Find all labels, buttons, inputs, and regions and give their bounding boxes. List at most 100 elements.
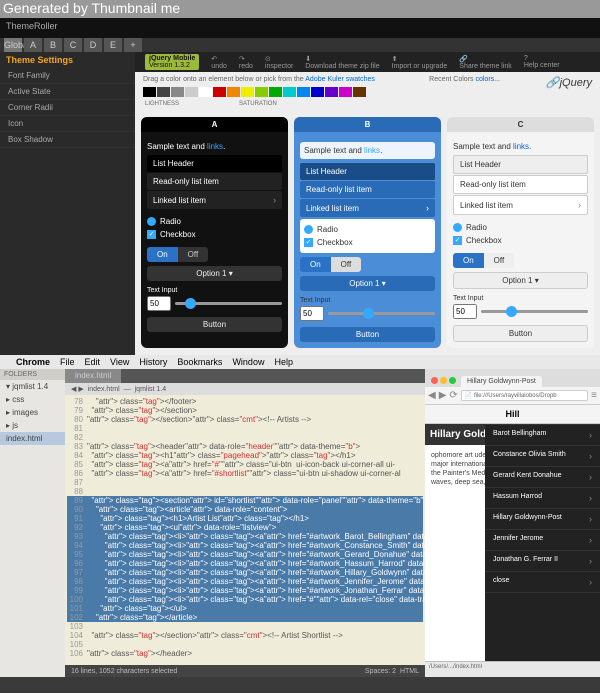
setting-shadow[interactable]: Box Shadow bbox=[0, 132, 135, 148]
code-editor: FOLDERS ▾ jqmlist 1.4 ▸ css ▸ images ▸ j… bbox=[0, 369, 425, 677]
share-button[interactable]: 🔗Share theme link bbox=[459, 55, 512, 70]
swatch-tabs: Global A B C D E + bbox=[0, 38, 600, 52]
select-option[interactable]: Option 1 ▾ bbox=[300, 276, 435, 291]
code-area[interactable]: 78 "attr"> class="tag"></footer>79 "attr… bbox=[65, 395, 425, 665]
redo-button[interactable]: ↷redo bbox=[239, 55, 253, 70]
text-input-label: Text Input bbox=[453, 295, 588, 302]
tab-global[interactable]: Global bbox=[4, 38, 22, 52]
zoom-icon[interactable] bbox=[449, 377, 456, 384]
checkbox-option[interactable]: ✓Checkbox bbox=[304, 236, 431, 249]
button[interactable]: Button bbox=[453, 325, 588, 342]
menu-bookmarks[interactable]: Bookmarks bbox=[177, 357, 222, 367]
radio-option[interactable]: Radio bbox=[147, 215, 282, 228]
minimize-icon[interactable] bbox=[440, 377, 447, 384]
sample-link[interactable]: links bbox=[364, 146, 380, 155]
list-item-linked[interactable]: Linked list item› bbox=[147, 191, 282, 209]
tab-e[interactable]: E bbox=[104, 38, 122, 52]
import-button[interactable]: ⬆Import or upgrade bbox=[392, 55, 448, 70]
panel-item[interactable]: Hillary Goldwynn-Post› bbox=[485, 509, 600, 530]
radio-option[interactable]: Radio bbox=[304, 223, 431, 236]
folder-css[interactable]: ▸ css bbox=[0, 393, 65, 406]
sample-link[interactable]: links bbox=[207, 142, 223, 151]
slider-track[interactable] bbox=[328, 312, 435, 315]
spaces-setting[interactable]: Spaces: 2 bbox=[365, 668, 396, 675]
list-item-linked[interactable]: Linked list item› bbox=[453, 195, 588, 215]
folder-images[interactable]: ▸ images bbox=[0, 406, 65, 419]
file-index[interactable]: index.html bbox=[0, 432, 65, 445]
panel-item[interactable]: Jonathan G. Ferrar II› bbox=[485, 551, 600, 572]
list-item-linked[interactable]: Linked list item› bbox=[300, 199, 435, 217]
artist-panel: Barot Bellingham› Constance Olivia Smith… bbox=[485, 425, 600, 677]
reload-button[interactable]: ⟳ bbox=[449, 390, 457, 401]
setting-icon[interactable]: Icon bbox=[0, 116, 135, 132]
menu-help[interactable]: Help bbox=[274, 357, 293, 367]
tab-a[interactable]: A bbox=[24, 38, 42, 52]
tab-index[interactable]: index.html bbox=[65, 369, 121, 383]
bc-icon: ◀ ▶ bbox=[71, 385, 84, 393]
slider-value[interactable] bbox=[300, 306, 324, 321]
checkbox-option[interactable]: ✓Checkbox bbox=[147, 228, 282, 241]
settings-sidebar: Theme Settings Font Family Active State … bbox=[0, 52, 135, 358]
swatch-c-header: C bbox=[447, 117, 594, 132]
panel-item[interactable]: Jennifer Jerome› bbox=[485, 530, 600, 551]
menu-window[interactable]: Window bbox=[232, 357, 264, 367]
panel-item-close[interactable]: close› bbox=[485, 572, 600, 593]
button[interactable]: Button bbox=[300, 327, 435, 342]
forward-button[interactable]: ▶ bbox=[439, 390, 447, 401]
menu-file[interactable]: File bbox=[60, 357, 75, 367]
download-button[interactable]: ⬇Download theme zip file bbox=[305, 55, 379, 70]
tab-b[interactable]: B bbox=[44, 38, 62, 52]
slider-knob[interactable] bbox=[363, 308, 374, 319]
chevron-right-icon: › bbox=[589, 556, 592, 566]
back-button[interactable]: ◀ bbox=[428, 390, 436, 401]
select-option[interactable]: Option 1 ▾ bbox=[147, 266, 282, 281]
button[interactable]: Button bbox=[147, 317, 282, 332]
check-icon: ✓ bbox=[147, 230, 156, 239]
setting-corner[interactable]: Corner Radii bbox=[0, 100, 135, 116]
help-button[interactable]: ?Help center bbox=[524, 55, 560, 69]
menu-edit[interactable]: Edit bbox=[85, 357, 101, 367]
app-name[interactable]: Chrome bbox=[16, 357, 50, 367]
tab-add[interactable]: + bbox=[124, 38, 142, 52]
panel-item[interactable]: Constance Olivia Smith› bbox=[485, 446, 600, 467]
toggle[interactable]: OnOff bbox=[147, 247, 282, 262]
setting-active[interactable]: Active State bbox=[0, 84, 135, 100]
devtools-bar[interactable]: /Users/.../index.html bbox=[425, 661, 600, 677]
colors-link[interactable]: colors... bbox=[475, 76, 500, 83]
folder-js[interactable]: ▸ js bbox=[0, 419, 65, 432]
close-icon[interactable] bbox=[431, 377, 438, 384]
tab-c[interactable]: C bbox=[64, 38, 82, 52]
panel-item[interactable]: Hassum Harrod› bbox=[485, 488, 600, 509]
sample-link[interactable]: links bbox=[513, 142, 529, 151]
lang-setting[interactable]: HTML bbox=[400, 668, 419, 675]
slider-track[interactable] bbox=[175, 302, 282, 305]
radio-option[interactable]: Radio bbox=[453, 221, 588, 234]
select-option[interactable]: Option 1 ▾ bbox=[453, 272, 588, 289]
inspector-button[interactable]: ⊙inspector bbox=[265, 55, 293, 70]
toggle[interactable]: OnOff bbox=[453, 253, 588, 268]
panel-item[interactable]: Barot Bellingham› bbox=[485, 425, 600, 446]
slider-knob[interactable] bbox=[506, 306, 517, 317]
menu-icon[interactable]: ≡ bbox=[591, 390, 597, 401]
color-palette[interactable] bbox=[135, 87, 600, 99]
slider-track[interactable] bbox=[481, 310, 588, 313]
folder-root[interactable]: ▾ jqmlist 1.4 bbox=[0, 380, 65, 393]
bc-project[interactable]: jqmlist 1.4 bbox=[135, 386, 167, 393]
slider-value[interactable] bbox=[147, 296, 171, 311]
panel-item[interactable]: Gerard Kent Donahue› bbox=[485, 467, 600, 488]
chevron-right-icon: › bbox=[578, 200, 581, 210]
bc-file[interactable]: index.html bbox=[88, 386, 120, 393]
preview-area: jQuery MobileVersion 1.3.2 ↶undo ↷redo ⊙… bbox=[135, 52, 600, 358]
undo-button[interactable]: ↶undo bbox=[211, 55, 227, 70]
menu-history[interactable]: History bbox=[139, 357, 167, 367]
kuler-link[interactable]: Adobe Kuler swatches bbox=[305, 76, 375, 83]
toggle[interactable]: OnOff bbox=[300, 257, 435, 272]
address-bar[interactable]: 📄 file:///Users/rayvillalobos/Dropb bbox=[461, 390, 588, 401]
setting-font[interactable]: Font Family bbox=[0, 68, 135, 84]
menu-view[interactable]: View bbox=[110, 357, 129, 367]
browser-tab[interactable]: Hillary Goldwynn-Post bbox=[461, 376, 542, 387]
slider-knob[interactable] bbox=[185, 298, 196, 309]
tab-d[interactable]: D bbox=[84, 38, 102, 52]
checkbox-option[interactable]: ✓Checkbox bbox=[453, 234, 588, 247]
slider-value[interactable] bbox=[453, 304, 477, 319]
